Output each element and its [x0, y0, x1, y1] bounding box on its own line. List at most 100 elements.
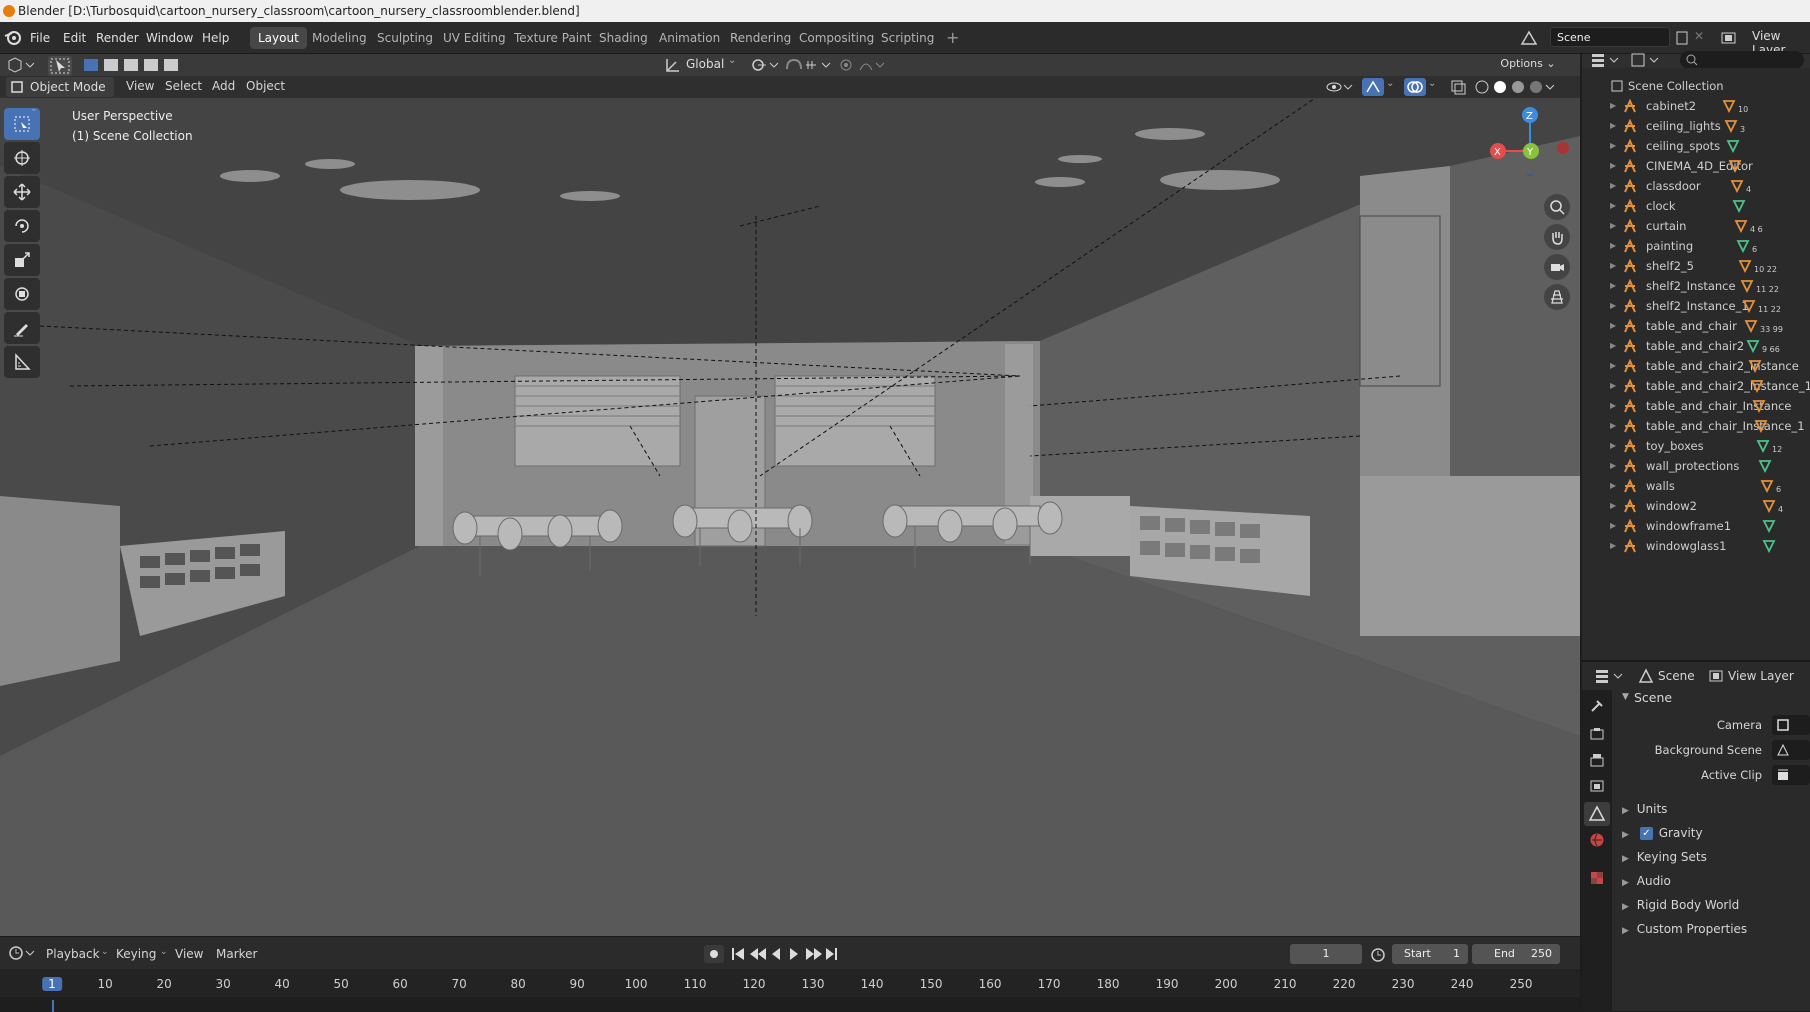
tab-rendering[interactable]: Rendering — [722, 27, 799, 49]
subpanel-units[interactable]: ▶ Units — [1622, 802, 1667, 816]
options-dropdown[interactable]: Options ⌄ — [1496, 54, 1560, 76]
blender-menu-icon[interactable] — [4, 30, 22, 46]
outliner-item[interactable]: ▶ ceiling_spots — [1582, 136, 1810, 156]
outliner-item[interactable]: ▶ windowglass1 — [1582, 536, 1810, 556]
view-layer-icon[interactable] — [1720, 30, 1738, 46]
outliner-item[interactable]: ▶ shelf2_Instance 11 22 — [1582, 276, 1810, 296]
menu-select[interactable]: Select — [165, 79, 202, 93]
subpanel-audio[interactable]: ▶ Audio — [1622, 874, 1671, 888]
new-scene-icon[interactable] — [1674, 30, 1690, 46]
pivot-point-icon[interactable] — [750, 57, 780, 73]
outliner-item[interactable]: ▶ wall_protections — [1582, 456, 1810, 476]
expand-arrow-icon[interactable]: ▶ — [1610, 436, 1616, 456]
properties-view-layer-label[interactable]: View Layer — [1728, 669, 1794, 683]
measure-tool-icon[interactable] — [4, 346, 40, 378]
properties-scene-label[interactable]: Scene — [1658, 669, 1695, 683]
outliner-item[interactable]: ▶ table_and_chair 33 99 — [1582, 316, 1810, 336]
outliner-item[interactable]: ▶ table_and_chair_Instance_1 — [1582, 416, 1810, 436]
gizmo-dropdown-icon[interactable]: ⌄ — [1386, 78, 1394, 89]
menu-edit[interactable]: Edit — [63, 22, 86, 54]
neg-y-axis-icon[interactable] — [1557, 142, 1569, 154]
tab-modeling[interactable]: Modeling — [304, 27, 375, 49]
timeline-editor-type-icon[interactable] — [8, 945, 36, 961]
expand-arrow-icon[interactable]: ▶ — [1610, 296, 1616, 316]
tab-shading[interactable]: Shading — [591, 27, 656, 49]
tab-compositing[interactable]: Compositing — [791, 27, 882, 49]
outliner-item[interactable]: ▶ ceiling_lights 3 — [1582, 116, 1810, 136]
outliner-item[interactable]: ▶ classdoor 4 — [1582, 176, 1810, 196]
menu-playback[interactable]: Playback — [46, 947, 100, 961]
menu-add[interactable]: Add — [212, 79, 235, 93]
render-tab-icon[interactable] — [1589, 726, 1605, 742]
expand-arrow-icon[interactable]: ▶ — [1610, 196, 1616, 216]
transform-orientation-dropdown[interactable]: Global — [686, 57, 724, 71]
properties-editor-type-icon[interactable] — [1594, 668, 1624, 684]
expand-arrow-icon[interactable]: ▶ — [1610, 256, 1616, 276]
selection-mode-icons[interactable] — [82, 57, 182, 73]
outliner-item[interactable]: ▶ window2 4 — [1582, 496, 1810, 516]
panel-expand-icon[interactable]: ▼ — [1622, 692, 1629, 702]
outliner-item[interactable]: ▶ shelf2_5 10 22 — [1582, 256, 1810, 276]
background-scene-field[interactable] — [1772, 740, 1810, 760]
chevron-down-icon[interactable]: ⌄ — [728, 55, 736, 66]
outliner-item[interactable]: ▶ walls 6 — [1582, 476, 1810, 496]
active-clip-field[interactable] — [1772, 765, 1810, 785]
scale-tool-icon[interactable] — [4, 244, 40, 276]
menu-window[interactable]: Window — [146, 22, 193, 54]
snap-icon[interactable] — [784, 57, 834, 73]
auto-keying-icon[interactable] — [704, 945, 724, 963]
expand-arrow-icon[interactable]: ▶ — [1610, 216, 1616, 236]
outliner-item[interactable]: ▶ curtain 4 6 — [1582, 216, 1810, 236]
outliner-item[interactable]: ▶ table_and_chair2_Instance — [1582, 356, 1810, 376]
outliner-item[interactable]: ▶ shelf2_Instance_1 11 22 — [1582, 296, 1810, 316]
expand-arrow-icon[interactable]: ▶ — [1610, 156, 1616, 176]
expand-arrow-icon[interactable]: ▶ — [1610, 476, 1616, 496]
editor-type-icon[interactable] — [8, 57, 36, 73]
start-frame-field[interactable]: Start 1 — [1392, 944, 1468, 964]
gravity-checkbox[interactable]: ✓ — [1640, 827, 1653, 840]
3d-viewport[interactable]: User Perspective (1) Scene Collection Z … — [0, 76, 1580, 936]
expand-arrow-icon[interactable]: ▶ — [1610, 276, 1616, 296]
menu-object[interactable]: Object — [246, 79, 285, 93]
expand-arrow-icon[interactable]: ▶ — [1610, 136, 1616, 156]
outliner-item[interactable]: ▶ table_and_chair2 9 66 — [1582, 336, 1810, 356]
timeline-track[interactable] — [0, 997, 1580, 1011]
subpanel-custom-properties[interactable]: ▶ Custom Properties — [1622, 922, 1747, 936]
outliner-item[interactable]: ▶ cabinet2 10 — [1582, 96, 1810, 116]
expand-arrow-icon[interactable]: ▶ — [1610, 356, 1616, 376]
expand-arrow-icon[interactable]: ▶ — [1610, 116, 1616, 136]
scene-icon[interactable] — [1520, 30, 1538, 46]
add-workspace-button[interactable]: + — [938, 27, 967, 49]
proportional-editing-icon[interactable] — [838, 57, 886, 73]
tab-layout[interactable]: Layout — [250, 27, 307, 49]
transform-tool-icon[interactable] — [4, 278, 40, 310]
outliner-item[interactable]: ▶ table_and_chair2_Instance_1 — [1582, 376, 1810, 396]
expand-arrow-icon[interactable]: ▶ — [1610, 236, 1616, 256]
expand-arrow-icon[interactable]: ▶ — [1610, 456, 1616, 476]
tab-sculpting[interactable]: Sculpting — [369, 27, 441, 49]
menu-marker[interactable]: Marker — [216, 947, 257, 961]
shading-mode-icons[interactable] — [1474, 79, 1554, 95]
playback-controls[interactable] — [730, 946, 840, 962]
outliner-item[interactable]: ▶ toy_boxes 12 — [1582, 436, 1810, 456]
camera-field[interactable] — [1772, 715, 1810, 735]
scene-panel-title[interactable]: Scene — [1634, 690, 1672, 705]
perspective-grid-icon[interactable] — [1544, 284, 1570, 310]
overlays-dropdown-icon[interactable]: ⌄ — [1428, 78, 1436, 89]
neg-z-axis-icon[interactable] — [1525, 174, 1535, 176]
scene-selector[interactable]: Scene — [1550, 27, 1670, 47]
menu-view[interactable]: View — [126, 79, 154, 93]
outliner-item[interactable]: ▶ CINEMA_4D_Editor — [1582, 156, 1810, 176]
tab-uv-editing[interactable]: UV Editing — [435, 27, 514, 49]
gizmo-toggle-icon[interactable] — [1362, 78, 1384, 96]
select-mode-button[interactable] — [48, 56, 72, 76]
outliner-item[interactable]: ▶ painting 6 — [1582, 236, 1810, 256]
camera-view-icon[interactable] — [1544, 254, 1570, 280]
xray-toggle-icon[interactable] — [1450, 79, 1466, 95]
stopwatch-icon[interactable] — [1370, 946, 1386, 962]
outliner-item[interactable]: ▶ windowframe1 — [1582, 516, 1810, 536]
expand-arrow-icon[interactable]: ▶ — [1610, 496, 1616, 516]
menu-help[interactable]: Help — [202, 22, 229, 54]
current-frame-field[interactable]: 1 — [1290, 944, 1362, 964]
world-tab-icon[interactable] — [1589, 832, 1605, 848]
